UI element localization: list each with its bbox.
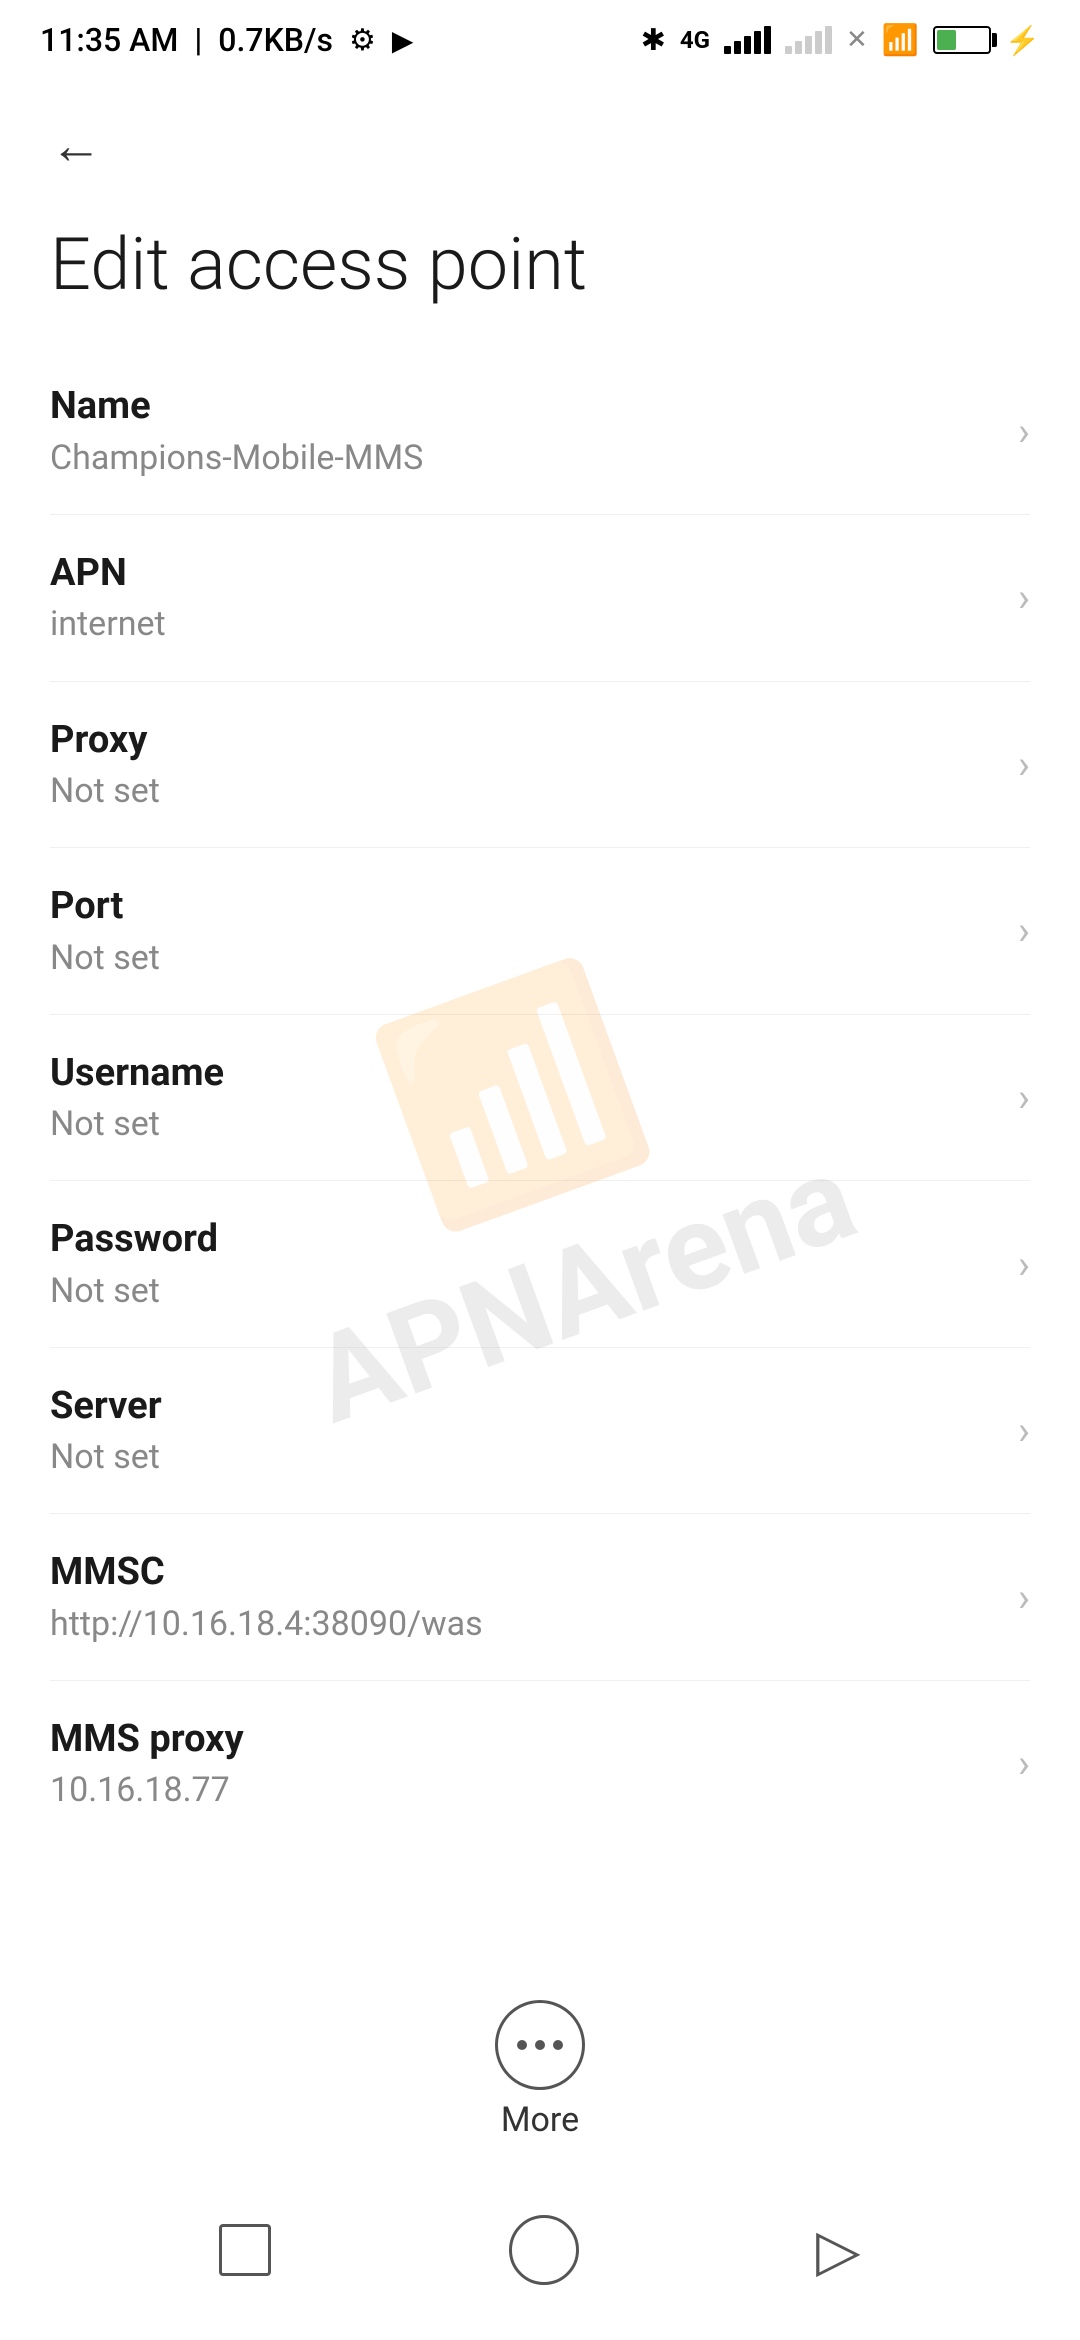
charging-icon: ⚡ xyxy=(1005,24,1040,57)
bar2 xyxy=(795,41,802,54)
settings-item-port-content: Port Not set xyxy=(50,882,998,980)
chevron-right-icon: › xyxy=(1018,1407,1030,1454)
settings-label-username: Username xyxy=(50,1049,998,1098)
more-button[interactable] xyxy=(495,2000,585,2090)
settings-label-mmsc: MMSC xyxy=(50,1548,998,1597)
video-icon: ▶ xyxy=(392,24,414,57)
chevron-right-icon: › xyxy=(1018,574,1030,621)
settings-label-password: Password xyxy=(50,1215,998,1264)
settings-icon: ⚙ xyxy=(349,23,376,58)
settings-item-apn-content: APN internet xyxy=(50,549,998,647)
back-nav-icon: ◁ xyxy=(816,2216,861,2285)
settings-item-name-content: Name Champions-Mobile-MMS xyxy=(50,382,998,480)
dot-2 xyxy=(535,2040,545,2050)
settings-item-server-content: Server Not set xyxy=(50,1382,998,1480)
settings-item-username-content: Username Not set xyxy=(50,1049,998,1147)
settings-list: Name Champions-Mobile-MMS › APN internet… xyxy=(0,348,1080,1846)
back-button[interactable]: ← xyxy=(50,110,1030,182)
bar4 xyxy=(815,31,822,54)
settings-value-password: Not set xyxy=(50,1269,998,1313)
settings-label-apn: APN xyxy=(50,549,998,598)
recents-icon xyxy=(219,2224,271,2276)
bar1 xyxy=(785,46,792,54)
chevron-right-icon: › xyxy=(1018,408,1030,455)
network-speed: 0.7KB/s xyxy=(218,21,333,59)
settings-value-name: Champions-Mobile-MMS xyxy=(50,436,998,480)
chevron-right-icon: › xyxy=(1018,1740,1030,1787)
chevron-right-icon: › xyxy=(1018,741,1030,788)
chevron-right-icon: › xyxy=(1018,907,1030,954)
settings-value-port: Not set xyxy=(50,936,998,980)
x-icon: ✕ xyxy=(846,25,868,55)
wifi-icon: 📶 xyxy=(882,23,919,58)
signal-bars-1 xyxy=(724,26,771,54)
settings-value-proxy: Not set xyxy=(50,769,998,813)
bar4 xyxy=(754,31,761,54)
bluetooth-icon: ✱ xyxy=(641,23,666,58)
settings-item-apn[interactable]: APN internet › xyxy=(50,515,1030,682)
more-button-container: More xyxy=(0,2000,1080,2140)
battery-indicator xyxy=(933,26,991,54)
time-display: 11:35 AM xyxy=(40,21,178,59)
nav-home-button[interactable] xyxy=(509,2215,579,2285)
settings-label-server: Server xyxy=(50,1382,998,1431)
settings-value-mmsc: http://10.16.18.4:38090/was xyxy=(50,1602,998,1646)
signal-4g-icon: 4G xyxy=(680,26,710,54)
settings-label-port: Port xyxy=(50,882,998,931)
bar5 xyxy=(825,26,832,54)
settings-item-mmsc-content: MMSC http://10.16.18.4:38090/was xyxy=(50,1548,998,1646)
bar1 xyxy=(724,46,731,54)
settings-item-port[interactable]: Port Not set › xyxy=(50,848,1030,1015)
settings-item-name[interactable]: Name Champions-Mobile-MMS › xyxy=(50,348,1030,515)
status-right: ✱ 4G ✕ 📶 ⚡ xyxy=(641,23,1040,58)
settings-item-password[interactable]: Password Not set › xyxy=(50,1181,1030,1348)
chevron-right-icon: › xyxy=(1018,1241,1030,1288)
settings-value-username: Not set xyxy=(50,1102,998,1146)
more-label: More xyxy=(501,2100,579,2140)
settings-value-mms-proxy: 10.16.18.77 xyxy=(50,1768,998,1812)
page-title: Edit access point xyxy=(0,202,1080,348)
settings-item-proxy-content: Proxy Not set xyxy=(50,716,998,814)
dot-1 xyxy=(517,2040,527,2050)
status-left: 11:35 AM | 0.7KB/s ⚙ ▶ xyxy=(40,21,413,59)
battery-fill xyxy=(937,30,956,50)
settings-value-apn: internet xyxy=(50,602,998,646)
settings-item-username[interactable]: Username Not set › xyxy=(50,1015,1030,1182)
more-dots-icon xyxy=(517,2040,563,2050)
bar3 xyxy=(744,36,751,54)
back-arrow-icon: ← xyxy=(50,120,102,172)
settings-label-mms-proxy: MMS proxy xyxy=(50,1715,998,1764)
bar2 xyxy=(734,41,741,54)
chevron-right-icon: › xyxy=(1018,1074,1030,1121)
nav-recents-button[interactable] xyxy=(219,2224,271,2276)
settings-label-proxy: Proxy xyxy=(50,716,998,765)
home-icon xyxy=(509,2215,579,2285)
settings-item-proxy[interactable]: Proxy Not set › xyxy=(50,682,1030,849)
settings-item-password-content: Password Not set xyxy=(50,1215,998,1313)
navigation-bar: ◁ xyxy=(0,2160,1080,2340)
settings-item-mms-proxy-content: MMS proxy 10.16.18.77 xyxy=(50,1715,998,1813)
settings-label-name: Name xyxy=(50,382,998,431)
bar3 xyxy=(805,36,812,54)
signal-bars-2 xyxy=(785,26,832,54)
settings-item-mms-proxy[interactable]: MMS proxy 10.16.18.77 › xyxy=(50,1681,1030,1847)
settings-item-mmsc[interactable]: MMSC http://10.16.18.4:38090/was › xyxy=(50,1514,1030,1681)
chevron-right-icon: › xyxy=(1018,1574,1030,1621)
dot-3 xyxy=(553,2040,563,2050)
nav-back-button[interactable]: ◁ xyxy=(816,2216,861,2285)
speed-display: | xyxy=(194,21,202,59)
settings-value-server: Not set xyxy=(50,1435,998,1479)
bar5 xyxy=(764,26,771,54)
header: ← xyxy=(0,80,1080,202)
settings-item-server[interactable]: Server Not set › xyxy=(50,1348,1030,1515)
status-bar: 11:35 AM | 0.7KB/s ⚙ ▶ ✱ 4G ✕ 📶 ⚡ xyxy=(0,0,1080,80)
